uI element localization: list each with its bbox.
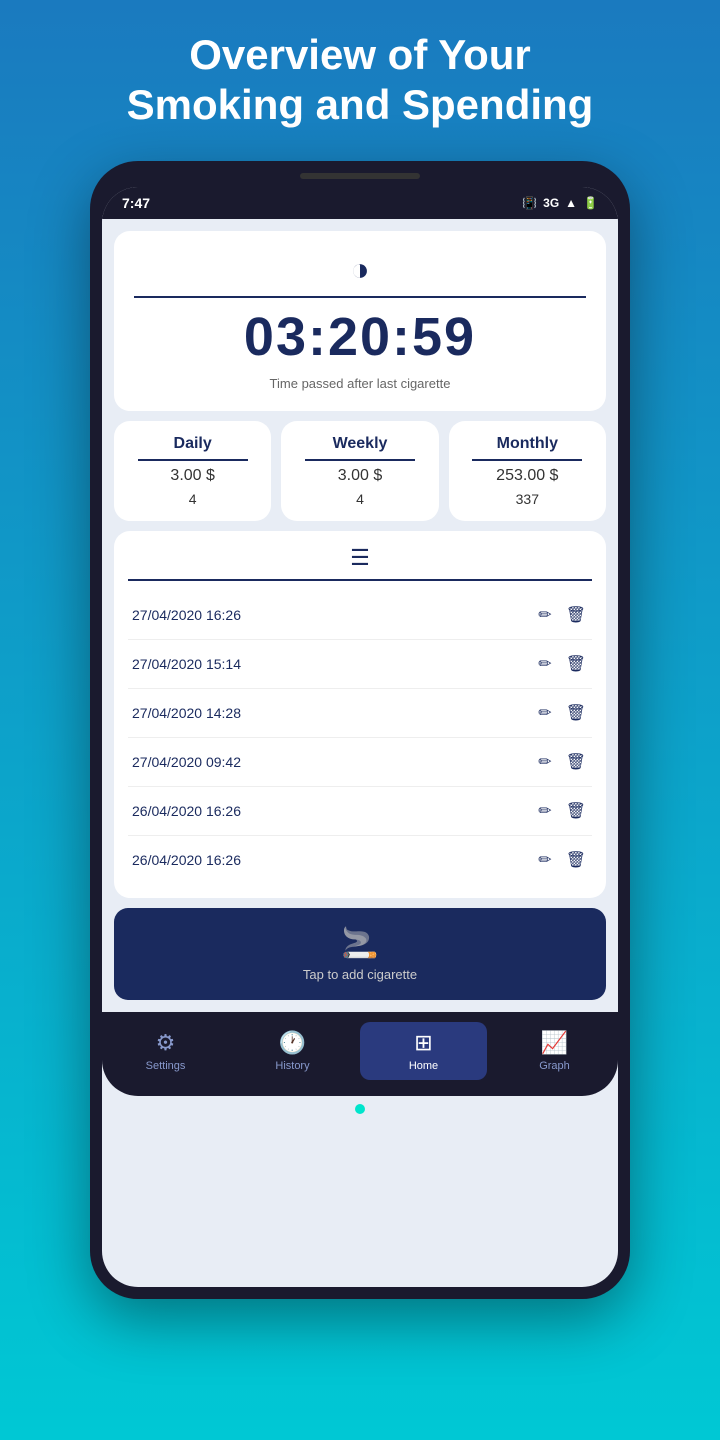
stat-card-daily: Daily 3.00 $ 4	[114, 421, 271, 521]
timer-value: 03:20:59	[244, 306, 476, 368]
weekly-title: Weekly	[333, 435, 388, 453]
edit-button-2[interactable]: ✏	[536, 652, 553, 676]
delete-button-5[interactable]: 🗑	[564, 799, 588, 823]
status-time: 7:47	[122, 195, 150, 211]
edit-button-1[interactable]: ✏	[536, 603, 553, 627]
signal-icon: ▲	[565, 196, 577, 210]
settings-label: Settings	[146, 1060, 186, 1072]
history-date-2: 27/04/2020 15:14	[132, 656, 241, 672]
add-cigarette-label: Tap to add cigarette	[303, 967, 417, 982]
history-item: 26/04/2020 16:26 ✏ 🗑	[128, 787, 592, 836]
timer-card: ◑ 03:20:59 Time passed after last cigare…	[114, 231, 606, 411]
monthly-amount: 253.00 $	[496, 467, 558, 485]
history-header: ☰	[128, 545, 592, 581]
history-date-3: 27/04/2020 14:28	[132, 705, 241, 721]
stat-card-weekly: Weekly 3.00 $ 4	[281, 421, 438, 521]
daily-amount: 3.00 $	[170, 467, 214, 485]
weekly-amount: 3.00 $	[338, 467, 382, 485]
history-actions-3: ✏ 🗑	[536, 701, 588, 725]
edit-button-5[interactable]: ✏	[536, 799, 553, 823]
history-actions-1: ✏ 🗑	[536, 603, 588, 627]
history-label: History	[275, 1060, 309, 1072]
daily-divider	[138, 459, 248, 461]
history-date-4: 27/04/2020 09:42	[132, 754, 241, 770]
network-indicator: 3G	[543, 196, 559, 210]
cigarette-icon: 🚬	[341, 926, 378, 961]
nav-home[interactable]: ⊞ Home	[360, 1022, 487, 1080]
phone-notch	[300, 173, 420, 179]
nav-graph[interactable]: 📈 Graph	[491, 1022, 618, 1080]
history-item: 26/04/2020 16:26 ✏ 🗑	[128, 836, 592, 884]
home-icon: ⊞	[414, 1030, 432, 1056]
history-date-5: 26/04/2020 16:26	[132, 803, 241, 819]
list-icon: ☰	[350, 545, 370, 571]
page-title: Overview of YourSmoking and Spending	[87, 30, 634, 131]
daily-title: Daily	[174, 435, 212, 453]
edit-button-4[interactable]: ✏	[536, 750, 553, 774]
graph-label: Graph	[539, 1060, 570, 1072]
history-item: 27/04/2020 15:14 ✏ 🗑	[128, 640, 592, 689]
monthly-title: Monthly	[497, 435, 558, 453]
history-date-1: 27/04/2020 16:26	[132, 607, 241, 623]
history-icon: 🕐	[279, 1030, 306, 1056]
settings-icon: ⚙	[156, 1030, 176, 1056]
history-actions-5: ✏ 🗑	[536, 799, 588, 823]
weekly-divider	[305, 459, 415, 461]
history-item: 27/04/2020 16:26 ✏ 🗑	[128, 591, 592, 640]
vibrate-icon: 📳	[522, 196, 537, 210]
weekly-count: 4	[356, 491, 364, 507]
battery-icon: 🔋	[583, 196, 598, 210]
history-card: ☰ 27/04/2020 16:26 ✏ 🗑 27/04/2020 15:14 …	[114, 531, 606, 898]
bottom-nav: ⚙ Settings 🕐 History ⊞ Home 📈 Graph	[102, 1012, 618, 1096]
delete-button-3[interactable]: 🗑	[564, 701, 588, 725]
timer-label: Time passed after last cigarette	[270, 376, 451, 391]
history-actions-2: ✏ 🗑	[536, 652, 588, 676]
history-date-6: 26/04/2020 16:26	[132, 852, 241, 868]
monthly-count: 337	[516, 491, 539, 507]
delete-button-1[interactable]: 🗑	[564, 603, 588, 627]
nav-settings[interactable]: ⚙ Settings	[102, 1022, 229, 1080]
history-actions-4: ✏ 🗑	[536, 750, 588, 774]
history-header-divider	[128, 579, 592, 581]
stat-card-monthly: Monthly 253.00 $ 337	[449, 421, 606, 521]
phone-screen: 7:47 📳 3G ▲ 🔋 ◑ 03:20:59 Time passed aft…	[102, 187, 618, 1287]
clock-icon: ◑	[350, 251, 369, 288]
phone-dot	[355, 1104, 365, 1114]
delete-button-2[interactable]: 🗑	[564, 652, 588, 676]
status-bar: 7:47 📳 3G ▲ 🔋	[102, 187, 618, 219]
phone-frame: 7:47 📳 3G ▲ 🔋 ◑ 03:20:59 Time passed aft…	[90, 161, 630, 1299]
delete-button-6[interactable]: 🗑	[564, 848, 588, 872]
status-indicators: 📳 3G ▲ 🔋	[522, 196, 598, 210]
delete-button-4[interactable]: 🗑	[564, 750, 588, 774]
nav-history[interactable]: 🕐 History	[229, 1022, 356, 1080]
history-item: 27/04/2020 14:28 ✏ 🗑	[128, 689, 592, 738]
timer-divider	[134, 296, 586, 298]
monthly-divider	[472, 459, 582, 461]
stats-row: Daily 3.00 $ 4 Weekly 3.00 $ 4 Monthly 2…	[114, 421, 606, 521]
graph-icon: 📈	[541, 1030, 568, 1056]
daily-count: 4	[189, 491, 197, 507]
home-label: Home	[409, 1060, 438, 1072]
edit-button-6[interactable]: ✏	[536, 848, 553, 872]
edit-button-3[interactable]: ✏	[536, 701, 553, 725]
add-cigarette-button[interactable]: 🚬 Tap to add cigarette	[114, 908, 606, 1000]
screen-content: ◑ 03:20:59 Time passed after last cigare…	[102, 219, 618, 1012]
history-item: 27/04/2020 09:42 ✏ 🗑	[128, 738, 592, 787]
history-actions-6: ✏ 🗑	[536, 848, 588, 872]
